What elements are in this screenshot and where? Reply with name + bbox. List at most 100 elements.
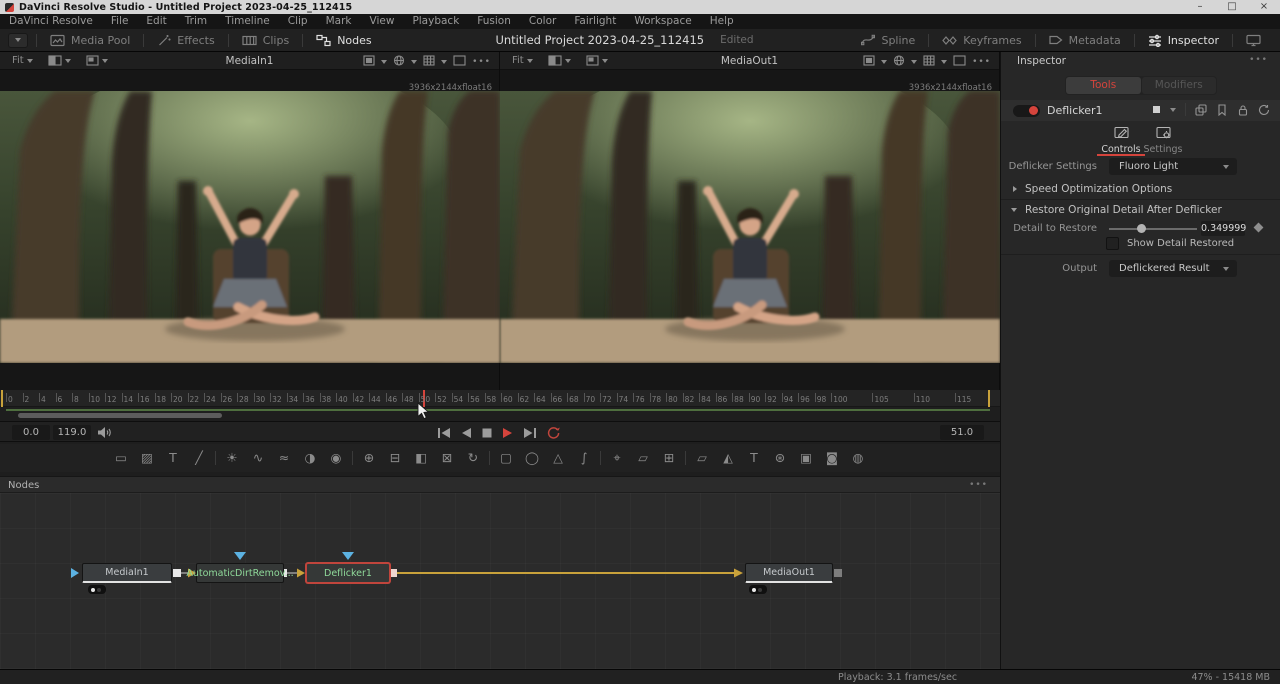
speed-optimization-section[interactable]: Speed Optimization Options	[1001, 182, 1280, 198]
node-graph[interactable]: MediaIn1 AutomaticDirtRemov... Deflicker…	[0, 493, 1000, 669]
tool-merge-3d-icon[interactable]: ⊛	[767, 448, 793, 468]
expand-viewer-button[interactable]	[953, 55, 966, 69]
node-media-in[interactable]: MediaIn1	[82, 563, 172, 583]
restore-detail-section[interactable]: Restore Original Detail After Deflicker	[1001, 203, 1280, 219]
tool-merge-icon[interactable]: ⊕	[356, 448, 382, 468]
ruler-band[interactable]: 0246810121416182022242628303234363840424…	[0, 390, 1000, 407]
menu-timeline[interactable]: Timeline	[216, 14, 279, 29]
tool-rectangle-mask-icon[interactable]: ▢	[493, 448, 519, 468]
tool-brightness-contrast-icon[interactable]: ◑	[297, 448, 323, 468]
play-button[interactable]	[502, 427, 514, 439]
tool-color-curves-icon[interactable]: ∿	[245, 448, 271, 468]
close-button[interactable]: ×	[1248, 0, 1280, 14]
range-in-field[interactable]: 0.0	[12, 425, 50, 440]
inspector-options-button[interactable]: •••	[1249, 55, 1268, 65]
maximize-button[interactable]: □	[1216, 0, 1248, 14]
tool-ellipse-mask-icon[interactable]: ◯	[519, 448, 545, 468]
nodes-options-button[interactable]: •••	[969, 480, 988, 490]
viewer-options-button[interactable]: •••	[972, 57, 991, 67]
expand-viewer-button[interactable]	[453, 55, 466, 69]
menu-file[interactable]: File	[102, 14, 138, 29]
tool-dissolve-icon[interactable]: ⊟	[382, 448, 408, 468]
menu-clip[interactable]: Clip	[279, 14, 317, 29]
lut-dropdown[interactable]	[893, 55, 905, 69]
play-reverse-button[interactable]	[460, 427, 472, 439]
nodes-button[interactable]: Nodes	[303, 29, 384, 51]
tool-paint-icon[interactable]: ╱	[186, 448, 212, 468]
media-pool-button[interactable]: Media Pool	[37, 29, 143, 51]
menu-view[interactable]: View	[361, 14, 404, 29]
clean-feed-button[interactable]	[1233, 29, 1274, 51]
deflicker-settings-dropdown[interactable]: Fluoro Light	[1109, 158, 1237, 175]
interface-toggle-button[interactable]	[8, 33, 28, 48]
tool-renderer-3d-icon[interactable]: ◍	[845, 448, 871, 468]
menu-color[interactable]: Color	[520, 14, 565, 29]
loop-button[interactable]	[546, 426, 561, 439]
tool-planar-tracker-icon[interactable]: ▱	[630, 448, 656, 468]
keyframes-button[interactable]: Keyframes	[929, 29, 1034, 51]
channel-dropdown[interactable]	[863, 55, 875, 69]
time-ruler[interactable]: 0246810121416182022242628303234363840424…	[0, 390, 1000, 421]
viewer-options-button[interactable]: •••	[472, 57, 491, 67]
media-in-version-badge[interactable]	[88, 585, 106, 594]
channel-dropdown[interactable]	[363, 55, 375, 69]
subtab-settings[interactable]: Settings	[1133, 124, 1193, 155]
tool-cube-3d-icon[interactable]: ▣	[793, 448, 819, 468]
lut-dropdown[interactable]	[393, 55, 405, 69]
audio-mute-icon[interactable]	[97, 426, 111, 439]
guides-dropdown[interactable]	[923, 55, 935, 69]
tool-resize-icon[interactable]: ⊠	[434, 448, 460, 468]
tool-fast-noise-icon[interactable]: ▨	[134, 448, 160, 468]
menu-trim[interactable]: Trim	[176, 14, 216, 29]
tab-tools[interactable]: Tools	[1066, 77, 1141, 94]
timeline-scrollbar[interactable]	[18, 413, 222, 418]
node-automatic-dirt-removal[interactable]: AutomaticDirtRemov...	[196, 563, 284, 583]
tool-shape-3d-icon[interactable]: ◭	[715, 448, 741, 468]
current-frame-field[interactable]: 51.0	[940, 425, 984, 440]
detail-slider[interactable]	[1109, 228, 1197, 230]
lock-icon[interactable]	[1237, 104, 1249, 116]
keyframe-icon[interactable]	[1254, 223, 1264, 233]
tool-bspline-mask-icon[interactable]: ∫	[571, 448, 597, 468]
menu-playback[interactable]: Playback	[403, 14, 468, 29]
tool-blur-icon[interactable]: ◉	[323, 448, 349, 468]
menu-help[interactable]: Help	[701, 14, 743, 29]
node-deflicker[interactable]: Deflicker1	[306, 563, 390, 583]
tool-matte-control-icon[interactable]: ◧	[408, 448, 434, 468]
menu-fairlight[interactable]: Fairlight	[565, 14, 625, 29]
tool-tracker-icon[interactable]: ⌖	[604, 448, 630, 468]
node-color-swatch[interactable]	[1152, 105, 1161, 114]
detail-slider-handle[interactable]	[1137, 224, 1146, 233]
tool-color-corrector-icon[interactable]: ☀	[219, 448, 245, 468]
node-media-out[interactable]: MediaOut1	[745, 563, 833, 583]
minimize-button[interactable]: –	[1184, 0, 1216, 14]
media-out-version-badge[interactable]	[749, 585, 767, 594]
clips-button[interactable]: Clips	[229, 29, 303, 51]
tool-polygon-mask-icon[interactable]: △	[545, 448, 571, 468]
go-to-start-button[interactable]	[437, 427, 451, 439]
copy-settings-icon[interactable]	[1195, 104, 1207, 116]
tool-camera-3d-icon[interactable]: ◙	[819, 448, 845, 468]
tool-hue-curves-icon[interactable]: ≈	[271, 448, 297, 468]
menu-workspace[interactable]: Workspace	[625, 14, 700, 29]
tool-text-3d-icon[interactable]: T	[741, 448, 767, 468]
spline-button[interactable]: Spline	[848, 29, 928, 51]
pin-icon[interactable]	[1216, 104, 1228, 116]
node-enable-toggle[interactable]	[1013, 105, 1040, 117]
reset-icon[interactable]	[1258, 104, 1270, 116]
tool-transform-icon[interactable]: ↻	[460, 448, 486, 468]
tool-image-plane-3d-icon[interactable]: ▱	[689, 448, 715, 468]
show-detail-checkbox[interactable]	[1106, 237, 1119, 250]
menu-davinci-resolve[interactable]: DaVinci Resolve	[0, 14, 102, 29]
output-dropdown[interactable]: Deflickered Result	[1109, 260, 1237, 277]
go-to-end-button[interactable]	[523, 427, 537, 439]
menu-mark[interactable]: Mark	[317, 14, 361, 29]
inspector-button[interactable]: Inspector	[1135, 29, 1232, 51]
tool-camera-tracker-icon[interactable]: ⊞	[656, 448, 682, 468]
guides-dropdown[interactable]	[423, 55, 435, 69]
range-out-marker[interactable]	[988, 390, 990, 407]
menu-fusion[interactable]: Fusion	[468, 14, 520, 29]
detail-value-field[interactable]: 0.349999	[1201, 221, 1245, 236]
tool-text-plus-icon[interactable]: T	[160, 448, 186, 468]
menu-edit[interactable]: Edit	[137, 14, 175, 29]
